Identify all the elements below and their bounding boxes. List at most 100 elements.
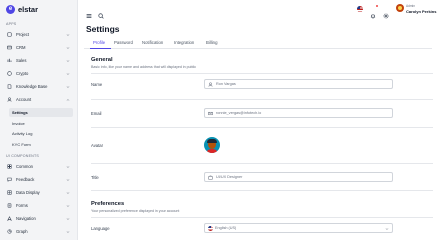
sidebar: e elstar APPS Project CRM Sales Crypto K… [0,0,78,240]
us-flag-icon [208,225,213,231]
tab-billing[interactable]: Billing [206,40,217,45]
project-icon [7,32,12,37]
forms-icon [7,203,12,208]
section-label-ui-components: UI COMPONENTS [6,154,39,158]
knowledge-icon [7,84,12,89]
feedback-icon [7,177,12,182]
crm-icon [7,45,12,50]
chevron-down-icon [66,178,70,182]
chevron-down-icon [66,217,70,221]
gear-icon[interactable] [383,6,389,18]
sidebar-item-knowledge-base[interactable]: Knowledge Base [4,82,74,91]
sidebar-subitem-activity-log[interactable]: Activity Log [9,129,73,138]
common-icon [7,164,12,169]
name-field[interactable]: Ron Vargas [204,79,393,89]
tab-password[interactable]: Password [114,40,133,45]
sidebar-item-label: Feedback [16,177,35,182]
sidebar-item-label: Crypto [16,71,29,76]
menu-fold-icon[interactable] [86,6,92,18]
sidebar-item-crypto[interactable]: Crypto [4,69,74,78]
language-label: Language [91,226,110,231]
chevron-down-icon [385,227,389,231]
profile-avatar[interactable] [204,137,220,153]
logo-mark: e [6,4,15,14]
tab-notification[interactable]: Notification [142,40,163,45]
mail-icon [208,111,213,116]
tab-profile[interactable]: Profile [93,40,105,45]
email-value: ronnie_vergas@infotech.io [216,111,262,115]
sales-icon [7,58,12,63]
chevron-down-icon [66,165,70,169]
logo-text: elstar [18,4,39,14]
sidebar-item-label: Project [16,32,30,37]
search-icon[interactable] [98,6,104,19]
chevron-down-icon [66,46,70,50]
chevron-down-icon [66,230,70,234]
sidebar-item-project[interactable]: Project [4,30,74,39]
sidebar-item-crm[interactable]: CRM [4,43,74,52]
name-value: Ron Vargas [216,82,236,86]
sidebar-item-data-display[interactable]: Data Display [4,188,74,197]
page-title: Settings [86,24,120,34]
data-display-icon [7,190,12,195]
language-value: English (US) [215,226,237,230]
chevron-down-icon [66,59,70,63]
sidebar-item-account[interactable]: Account [4,95,74,104]
avatar-body [206,149,218,153]
divider [91,190,433,191]
divider [91,163,433,164]
sidebar-item-label: Common [16,164,33,169]
divider [91,99,433,100]
preferences-section-description: Your personalized preference displayed i… [91,209,180,213]
sidebar-item-common[interactable]: Common [4,162,74,171]
sidebar-item-label: Knowledge Base [16,84,48,89]
sidebar-subitem-invoice[interactable]: Invoice [9,119,73,128]
us-flag-icon[interactable] [357,6,363,12]
title-field[interactable]: UI/UX Designer [204,172,393,182]
user-avatar[interactable] [396,4,404,12]
section-label-apps: APPS [6,22,17,26]
avatar-hair [207,138,217,143]
main-content: Admin Carolyn Perkins Settings Profile P… [78,0,440,240]
sidebar-item-navigation[interactable]: Navigation [4,214,74,223]
language-select[interactable]: English (US) [204,223,393,233]
sidebar-item-label: Forms [16,203,28,208]
chevron-down-icon [66,204,70,208]
chevron-down-icon [66,33,70,37]
sidebar-item-label: Account [16,97,32,102]
topbar: Admin Carolyn Perkins [78,0,440,19]
active-tab-indicator [90,48,111,49]
divider [91,127,433,128]
sidebar-item-label: CRM [16,45,26,50]
chevron-down-icon [66,72,70,76]
crypto-icon [7,71,12,76]
briefcase-icon [208,175,213,180]
sidebar-subitem-kyc-form[interactable]: KYC Form [9,140,73,149]
logo[interactable]: e elstar [6,4,38,14]
sidebar-item-graph[interactable]: Graph [4,227,74,236]
email-label: Email [91,111,102,116]
email-field[interactable]: ronnie_vergas@infotech.io [204,108,393,118]
navigation-icon [7,216,12,221]
divider [91,73,433,74]
settings-tabs: Profile Password Notification Integratio… [84,38,432,49]
sidebar-item-label: Data Display [16,190,40,195]
chevron-down-icon [66,191,70,195]
graph-icon [7,229,12,234]
user-name[interactable]: Carolyn Perkins [406,9,436,14]
chevron-up-icon [66,98,70,102]
title-value: UI/UX Designer [216,175,243,179]
sidebar-item-forms[interactable]: Forms [4,201,74,210]
tab-integration[interactable]: Integration [174,40,194,45]
sidebar-subitem-settings[interactable]: Settings [9,108,73,117]
divider [91,217,433,218]
sidebar-item-feedback[interactable]: Feedback [4,175,74,184]
preferences-section-title: Preferences [91,201,125,207]
user-role: Admin [406,4,416,8]
sidebar-item-label: Graph [16,229,28,234]
chevron-down-icon [66,85,70,89]
notification-badge [376,5,378,7]
sidebar-item-sales[interactable]: Sales [4,56,74,65]
general-section-title: General [91,57,113,63]
user-icon [208,81,213,87]
